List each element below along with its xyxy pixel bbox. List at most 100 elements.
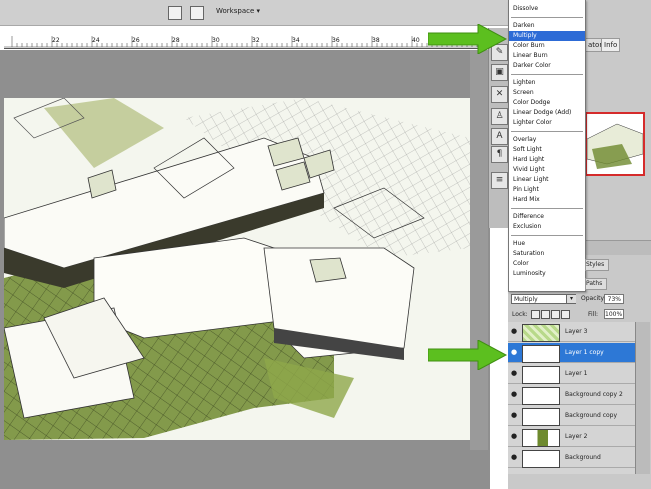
- eye-icon[interactable]: ●: [511, 412, 519, 419]
- layer-thumbnail: [522, 387, 560, 405]
- layers-tool-icon[interactable]: ≡: [491, 172, 508, 189]
- blend-mode-item[interactable]: Color Burn: [509, 41, 585, 51]
- menu-separator: [511, 235, 583, 236]
- menu-separator: [511, 131, 583, 132]
- lock-position-icon[interactable]: [551, 310, 560, 319]
- lock-pixels-icon[interactable]: [541, 310, 550, 319]
- layer-thumbnail: [522, 408, 560, 426]
- layer-thumbnail: [522, 345, 560, 363]
- blend-mode-item[interactable]: Saturation: [509, 249, 585, 259]
- blend-mode-item[interactable]: Lighten: [509, 78, 585, 88]
- chevron-down-icon[interactable]: ▾: [566, 295, 576, 303]
- architectural-render: [4, 98, 470, 440]
- layer-row[interactable]: ● Layer 1: [508, 364, 635, 384]
- layer-name: Background copy: [565, 412, 618, 419]
- document-icon[interactable]: [168, 6, 182, 20]
- ruler-ticks: 222426283032343638404244: [4, 36, 500, 48]
- blend-mode-item[interactable]: Luminosity: [509, 269, 585, 279]
- lock-label: Lock:: [512, 311, 528, 318]
- workspace-menu[interactable]: Workspace ▾: [216, 7, 260, 15]
- opacity-label: Opacity:: [581, 295, 606, 302]
- ruler-label: 38: [372, 37, 380, 44]
- eye-icon[interactable]: ●: [511, 433, 519, 440]
- menu-separator: [511, 74, 583, 75]
- arrow-pointing-layer-icon: [428, 340, 508, 370]
- fill-label: Fill:: [588, 311, 599, 318]
- eye-icon[interactable]: ●: [511, 454, 519, 461]
- layers-list: ● Layer 3 ● Layer 1 copy ● Layer 1 ● Background…: [508, 322, 635, 474]
- document-canvas[interactable]: [4, 98, 470, 440]
- blend-mode-item[interactable]: Color: [509, 259, 585, 269]
- blend-mode-item[interactable]: Multiply: [509, 31, 585, 41]
- tab-styles[interactable]: Styles: [585, 259, 609, 271]
- layer-thumbnail: [522, 429, 560, 447]
- lock-all-icon[interactable]: [561, 310, 570, 319]
- blend-mode-item[interactable]: Vivid Light: [509, 165, 585, 175]
- blend-mode-item[interactable]: Linear Burn: [509, 51, 585, 61]
- eye-icon[interactable]: ●: [511, 328, 519, 335]
- layer-row[interactable]: ● Background copy 2: [508, 385, 635, 405]
- transform-tool-icon[interactable]: ✕: [491, 86, 508, 103]
- eye-icon[interactable]: ●: [511, 391, 519, 398]
- eye-icon[interactable]: ●: [511, 349, 519, 356]
- layer-thumbnail: [522, 366, 560, 384]
- blend-mode-item[interactable]: Color Dodge: [509, 98, 585, 108]
- layer-name: Layer 3: [565, 328, 588, 335]
- opacity-field[interactable]: 73%: [604, 294, 624, 304]
- lock-transparency-icon[interactable]: [531, 310, 540, 319]
- layer-name: Layer 2: [565, 433, 588, 440]
- blend-mode-item[interactable]: Screen: [509, 88, 585, 98]
- layer-row[interactable]: ● Layer 1 copy: [508, 343, 635, 363]
- layer-name: Layer 1 copy: [565, 349, 604, 356]
- blend-mode-item[interactable]: Soft Light: [509, 145, 585, 155]
- horizontal-ruler: 222426283032343638404244: [4, 34, 500, 49]
- ruler-label: 24: [92, 37, 100, 44]
- ruler-label: 28: [172, 37, 180, 44]
- stamp-tool-icon[interactable]: ♙: [491, 108, 508, 125]
- blend-mode-item[interactable]: Darker Color: [509, 61, 585, 71]
- menu-separator: [511, 208, 583, 209]
- eye-icon[interactable]: ●: [511, 370, 519, 377]
- tab-info[interactable]: Info: [601, 38, 621, 52]
- layer-row[interactable]: ● Layer 2: [508, 427, 635, 447]
- navigator-thumbnail[interactable]: [585, 112, 645, 176]
- ruler-label: 34: [292, 37, 300, 44]
- ruler-label: 32: [252, 37, 260, 44]
- blend-mode-item[interactable]: Hue: [509, 239, 585, 249]
- ruler-label: 30: [212, 37, 220, 44]
- blend-mode-item[interactable]: Exclusion: [509, 222, 585, 232]
- canvas-scrollbar[interactable]: [470, 50, 488, 450]
- text-tool-icon[interactable]: A: [491, 128, 508, 145]
- navigator-tool-icon[interactable]: ▣: [491, 64, 508, 81]
- blend-mode-item[interactable]: Linear Light: [509, 175, 585, 185]
- arrow-pointing-multiply-icon: [428, 24, 508, 54]
- layer-row[interactable]: ● Background copy: [508, 406, 635, 426]
- ruler-label: 40: [412, 37, 420, 44]
- blend-mode-item[interactable]: Pin Light: [509, 185, 585, 195]
- blend-mode-item[interactable]: Difference: [509, 212, 585, 222]
- navigator-preview: [587, 123, 643, 169]
- layer-name: Background copy 2: [565, 391, 623, 398]
- blend-mode-item[interactable]: Hard Mix: [509, 195, 585, 205]
- menu-separator: [511, 17, 583, 18]
- layer-thumbnail: [522, 324, 560, 342]
- layer-name: Background: [565, 454, 601, 461]
- paragraph-tool-icon[interactable]: ¶: [491, 146, 508, 163]
- layer-name: Layer 1: [565, 370, 588, 377]
- navigator-tabs: ator Info: [585, 38, 651, 52]
- ruler-label: 22: [52, 37, 60, 44]
- layer-thumbnail: [522, 450, 560, 468]
- blend-mode-item[interactable]: Darken: [509, 21, 585, 31]
- layers-scrollbar[interactable]: [635, 322, 650, 474]
- layer-row[interactable]: ● Background: [508, 448, 635, 468]
- ruler-label: 26: [132, 37, 140, 44]
- camera-icon[interactable]: [190, 6, 204, 20]
- blend-mode-item[interactable]: Lighter Color: [509, 118, 585, 128]
- tab-paths[interactable]: Paths: [585, 278, 607, 290]
- layer-row[interactable]: ● Layer 3: [508, 322, 635, 342]
- blend-mode-item[interactable]: Hard Light: [509, 155, 585, 165]
- blend-mode-item[interactable]: Overlay: [509, 135, 585, 145]
- blend-mode-item[interactable]: Linear Dodge (Add): [509, 108, 585, 118]
- blend-mode-item[interactable]: Dissolve: [509, 4, 585, 14]
- fill-field[interactable]: 100%: [604, 309, 624, 319]
